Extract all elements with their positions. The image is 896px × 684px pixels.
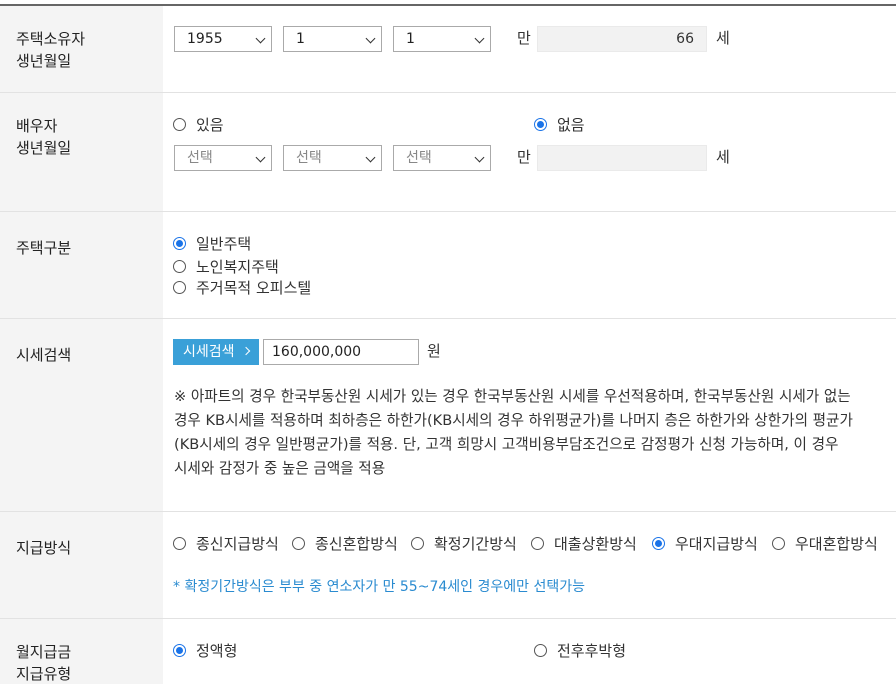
price-notice: ※ 아파트의 경우 한국부동산원 시세가 있는 경우 한국부동산원 시세를 우선… bbox=[174, 385, 894, 481]
house-type-option-senior[interactable]: 노인복지주택 bbox=[173, 255, 279, 277]
payment-option-label: 종신지급방식 bbox=[196, 534, 279, 553]
row-price-search: 시세검색 시세검색 160,000,000 원 ※ 아파트의 경우 한국부동산원… bbox=[0, 319, 896, 512]
radio-checked-icon bbox=[173, 236, 186, 250]
spouse-birth-label-line2: 생년월일 bbox=[16, 139, 72, 157]
house-type-option-general[interactable]: 일반주택 bbox=[173, 232, 251, 254]
spouse-birth-label: 배우자 생년월일 bbox=[0, 93, 163, 211]
owner-age-prefix: 만 bbox=[517, 29, 531, 47]
spouse-yes-radio[interactable]: 있음 bbox=[173, 113, 224, 135]
payment-option-label: 우대지급방식 bbox=[675, 534, 758, 553]
payment-option-lifetime-mixed[interactable]: 종신혼합방식 bbox=[292, 532, 398, 554]
spouse-year-select[interactable]: 선택 bbox=[174, 145, 272, 171]
radio-checked-icon bbox=[534, 117, 547, 131]
house-type-label: 주택구분 bbox=[0, 212, 163, 318]
spouse-age-suffix: 세 bbox=[716, 148, 730, 166]
monthly-type-front-loaded-radio[interactable]: 전후후박형 bbox=[534, 639, 626, 661]
radio-unchecked-icon bbox=[534, 643, 547, 657]
payment-option-preferred-mixed[interactable]: 우대혼합방식 bbox=[772, 532, 878, 554]
spouse-day-select[interactable]: 선택 bbox=[393, 145, 491, 171]
spouse-month-select[interactable]: 선택 bbox=[283, 145, 382, 171]
monthly-type-front-loaded-label: 전후후박형 bbox=[557, 641, 627, 660]
radio-unchecked-icon bbox=[292, 536, 305, 550]
radio-unchecked-icon bbox=[173, 117, 186, 131]
owner-birth-label: 주택소유자 생년월일 bbox=[0, 6, 163, 92]
payment-method-label: 지급방식 bbox=[0, 512, 163, 618]
chevron-down-icon bbox=[365, 152, 376, 163]
spouse-yes-label: 있음 bbox=[196, 115, 224, 134]
row-owner-birth: 주택소유자 생년월일 1955 1 1 만 66 세 bbox=[0, 6, 896, 93]
radio-checked-icon bbox=[652, 536, 665, 550]
owner-month-value: 1 bbox=[296, 31, 305, 47]
chevron-down-icon bbox=[474, 152, 485, 163]
radio-unchecked-icon bbox=[772, 536, 785, 550]
payment-option-label: 종신혼합방식 bbox=[315, 534, 398, 553]
payment-option-fixed-term[interactable]: 확정기간방식 bbox=[411, 532, 517, 554]
chevron-down-icon bbox=[474, 33, 485, 44]
spouse-year-placeholder: 선택 bbox=[187, 150, 213, 166]
house-type-option-label: 일반주택 bbox=[196, 234, 252, 253]
chevron-down-icon bbox=[365, 33, 376, 44]
payment-method-note: * 확정기간방식은 부부 중 연소자가 만 55~74세인 경우에만 선택가능 bbox=[173, 579, 585, 595]
payment-option-label: 우대혼합방식 bbox=[795, 534, 878, 553]
spouse-birth-label-line1: 배우자 bbox=[16, 117, 58, 135]
spouse-day-placeholder: 선택 bbox=[406, 150, 432, 166]
chevron-down-icon bbox=[255, 152, 266, 163]
price-input[interactable]: 160,000,000 bbox=[263, 339, 419, 365]
monthly-type-content: 정액형 전후후박형 bbox=[163, 619, 896, 684]
price-notice-line: 경우 KB시세를 적용하며 최하층은 하한가(KB시세의 경우 하위평균가)를 … bbox=[174, 412, 853, 429]
payment-option-label: 대출상환방식 bbox=[554, 534, 637, 553]
price-search-label: 시세검색 bbox=[0, 319, 163, 511]
owner-birth-content: 1955 1 1 만 66 세 bbox=[163, 6, 896, 92]
spouse-month-placeholder: 선택 bbox=[296, 150, 322, 166]
spouse-age-prefix: 만 bbox=[517, 148, 531, 166]
owner-year-value: 1955 bbox=[187, 31, 223, 47]
owner-age-suffix: 세 bbox=[716, 29, 730, 47]
radio-unchecked-icon bbox=[411, 536, 424, 550]
owner-birth-label-line2: 생년월일 bbox=[16, 52, 72, 70]
owner-birth-label-line1: 주택소유자 bbox=[16, 30, 86, 48]
monthly-type-label-line2: 지급유형 bbox=[16, 665, 72, 683]
owner-age-field: 66 bbox=[537, 26, 707, 52]
spouse-no-radio[interactable]: 없음 bbox=[534, 113, 585, 135]
radio-unchecked-icon bbox=[173, 259, 186, 273]
house-type-option-label: 주거목적 오피스텔 bbox=[196, 278, 312, 297]
payment-option-lifetime[interactable]: 종신지급방식 bbox=[173, 532, 279, 554]
row-house-type: 주택구분 일반주택 노인복지주택 주거목적 오피스텔 bbox=[0, 212, 896, 319]
price-notice-line: (KB시세의 경우 일반평균가)를 적용. 단, 고객 희망시 고객비용부담조건… bbox=[174, 436, 839, 453]
chevron-right-icon bbox=[241, 346, 250, 356]
radio-unchecked-icon bbox=[531, 536, 544, 550]
row-monthly-type: 월지급금 지급유형 정액형 전후후박형 bbox=[0, 619, 896, 684]
owner-day-value: 1 bbox=[406, 31, 415, 47]
spouse-birth-content: 있음 없음 선택 선택 선택 만 세 bbox=[163, 93, 896, 211]
price-notice-line: 시세와 감정가 중 높은 금액을 적용 bbox=[174, 460, 386, 477]
price-unit: 원 bbox=[427, 342, 441, 360]
payment-method-content: 종신지급방식 종신혼합방식 확정기간방식 대출상환방식 우대지급방식 우대혼합방… bbox=[163, 512, 896, 618]
monthly-type-fixed-radio[interactable]: 정액형 bbox=[173, 639, 237, 661]
payment-option-preferred[interactable]: 우대지급방식 bbox=[652, 532, 758, 554]
owner-year-select[interactable]: 1955 bbox=[174, 26, 272, 52]
owner-day-select[interactable]: 1 bbox=[393, 26, 491, 52]
price-search-button[interactable]: 시세검색 bbox=[173, 339, 259, 365]
house-type-option-officetel[interactable]: 주거목적 오피스텔 bbox=[173, 276, 311, 298]
radio-checked-icon bbox=[173, 643, 186, 657]
row-spouse-birth: 배우자 생년월일 있음 없음 선택 선택 선택 만 세 bbox=[0, 93, 896, 212]
house-type-content: 일반주택 노인복지주택 주거목적 오피스텔 bbox=[163, 212, 896, 318]
radio-unchecked-icon bbox=[173, 280, 186, 294]
price-search-content: 시세검색 160,000,000 원 ※ 아파트의 경우 한국부동산원 시세가 … bbox=[163, 319, 896, 511]
payment-option-label: 확정기간방식 bbox=[434, 534, 517, 553]
price-notice-line: ※ 아파트의 경우 한국부동산원 시세가 있는 경우 한국부동산원 시세를 우선… bbox=[174, 388, 851, 405]
radio-unchecked-icon bbox=[173, 536, 186, 550]
monthly-type-label-line1: 월지급금 bbox=[16, 643, 72, 661]
spouse-age-field bbox=[537, 145, 707, 171]
row-payment-method: 지급방식 종신지급방식 종신혼합방식 확정기간방식 대출상환방식 우대지급방식 … bbox=[0, 512, 896, 619]
chevron-down-icon bbox=[255, 33, 266, 44]
house-type-option-label: 노인복지주택 bbox=[196, 257, 279, 276]
monthly-type-label: 월지급금 지급유형 bbox=[0, 619, 163, 684]
owner-month-select[interactable]: 1 bbox=[283, 26, 382, 52]
price-search-button-label: 시세검색 bbox=[183, 344, 235, 360]
payment-option-loan-repay[interactable]: 대출상환방식 bbox=[531, 532, 637, 554]
spouse-no-label: 없음 bbox=[557, 115, 585, 134]
monthly-type-fixed-label: 정액형 bbox=[196, 641, 238, 660]
